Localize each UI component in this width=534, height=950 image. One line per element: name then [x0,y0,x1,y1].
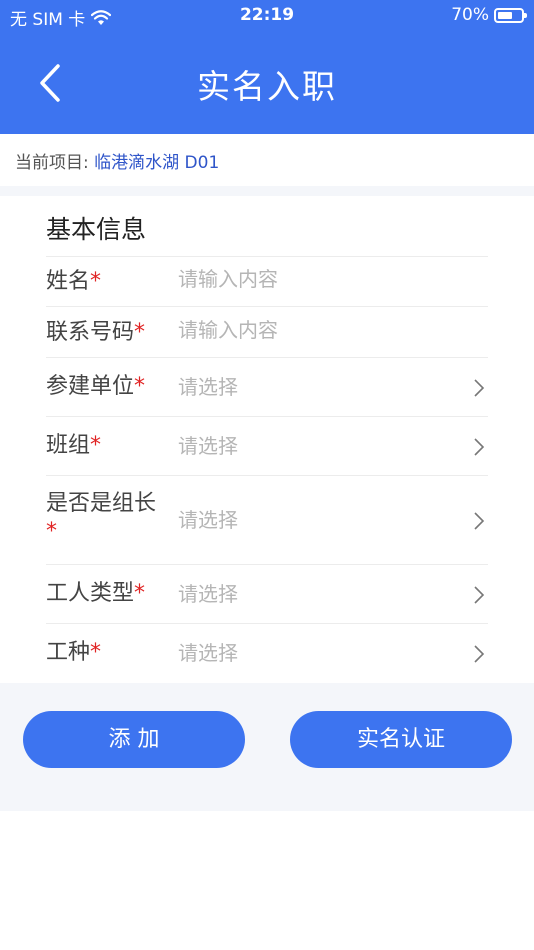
add-button[interactable]: 添 加 [23,711,245,768]
form-row-trade[interactable]: 工种* 请选择 [46,623,488,683]
status-right: 70% [451,5,527,25]
basic-info-form: 基本信息 姓名* 请输入内容 联系号码* 请输入内容 参建单位* 请选择 班组*… [0,196,534,683]
phone-input[interactable]: 请输入内容 [178,316,278,344]
project-value[interactable]: 临港滴水湖 D01 [94,153,219,173]
chevron-right-icon [474,645,485,663]
form-row-worker-type[interactable]: 工人类型* 请选择 [46,564,488,623]
required-mark: * [90,433,102,458]
field-label: 工种* [46,640,102,665]
form-row-team[interactable]: 班组* 请选择 [46,416,488,475]
action-bar: 添 加 实名认证 [0,683,534,811]
page-title: 实名入职 [197,67,337,106]
field-label: 参建单位* [46,374,146,399]
status-bar: 无 SIM 卡 22:19 70% [0,0,534,32]
required-mark: * [90,640,102,665]
form-row-leader[interactable]: 是否是组长 * 请选择 [46,475,488,564]
field-label: 是否是组长 * [46,491,157,544]
field-label: 联系号码* [46,320,146,345]
name-input[interactable]: 请输入内容 [178,265,278,293]
worker-type-select[interactable]: 请选择 [178,580,238,608]
trade-select[interactable]: 请选择 [178,639,238,667]
battery-percent: 70% [451,5,489,25]
section-title: 基本信息 [46,215,147,244]
project-label: 当前项目: [15,153,89,173]
chevron-right-icon [474,438,485,456]
form-row-name[interactable]: 姓名* 请输入内容 [46,256,488,306]
form-row-phone[interactable]: 联系号码* 请输入内容 [46,306,488,357]
chevron-right-icon [474,512,485,530]
field-label: 工人类型* [46,581,146,606]
nav-bar: 实名入职 [0,32,534,134]
required-mark: * [46,519,57,544]
current-project-bar: 当前项目: 临港滴水湖 D01 [0,134,534,186]
chevron-right-icon [474,586,485,604]
required-mark: * [90,269,102,294]
leader-select[interactable]: 请选择 [178,506,238,534]
battery-icon [494,7,527,23]
field-label: 姓名* [46,269,102,294]
section-divider [0,186,534,196]
field-label: 班组* [46,433,102,458]
required-mark: * [134,374,146,399]
required-mark: * [134,581,146,606]
verify-button[interactable]: 实名认证 [290,711,512,768]
team-select[interactable]: 请选择 [178,432,238,460]
required-mark: * [134,320,146,345]
unit-select[interactable]: 请选择 [178,373,238,401]
chevron-right-icon [474,379,485,397]
form-row-unit[interactable]: 参建单位* 请选择 [46,357,488,416]
